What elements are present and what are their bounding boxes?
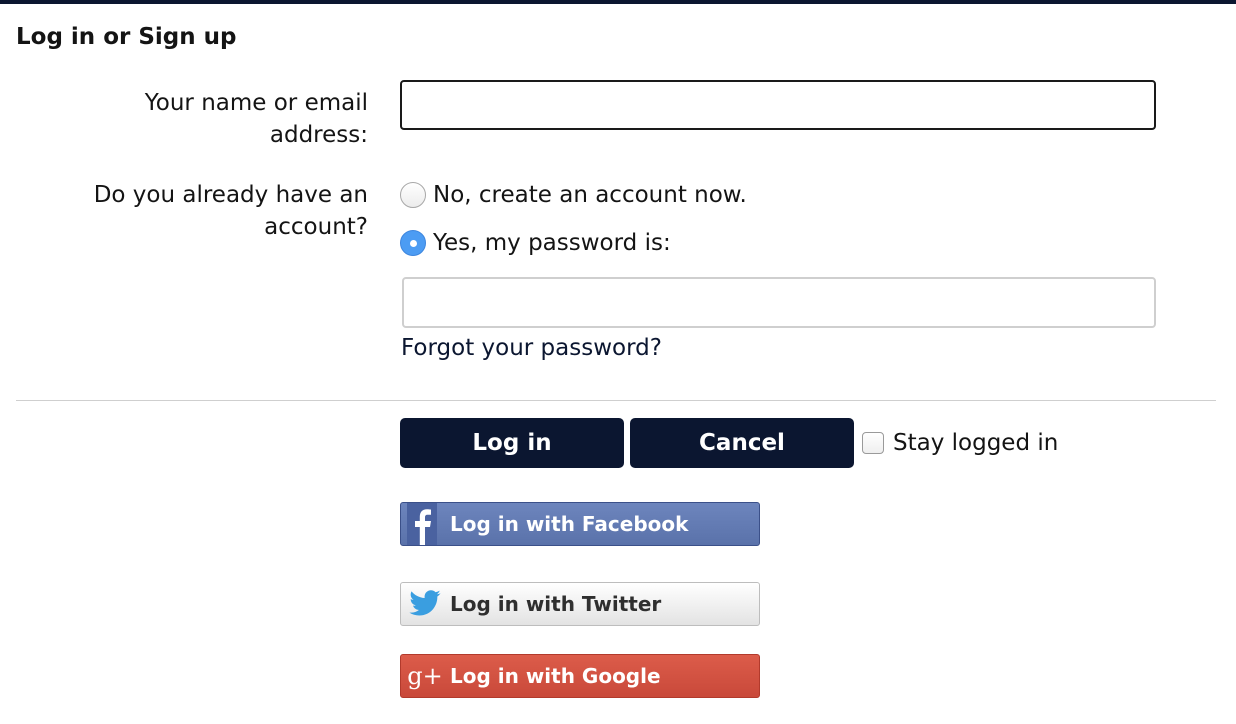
facebook-login-button[interactable]: Log in with Facebook xyxy=(400,502,760,546)
radio-button-unchecked[interactable] xyxy=(400,182,426,208)
radio-button-checked[interactable] xyxy=(400,230,426,256)
login-button[interactable]: Log in xyxy=(400,418,624,468)
name-or-email-input[interactable] xyxy=(400,80,1156,130)
stay-logged-in[interactable]: Stay logged in xyxy=(862,428,1058,458)
name-label: Your name or email address: xyxy=(144,90,368,148)
account-question-label: Do you already have an account? xyxy=(93,182,368,240)
page-title: Log in or Sign up xyxy=(16,24,237,50)
google-login-label: Log in with Google xyxy=(450,664,661,688)
twitter-login-button[interactable]: Log in with Twitter xyxy=(400,582,760,626)
google-login-button[interactable]: g+ Log in with Google xyxy=(400,654,760,698)
divider xyxy=(16,400,1216,401)
radio-yes-label: Yes, my password is: xyxy=(433,230,671,256)
stay-logged-in-label: Stay logged in xyxy=(893,430,1059,456)
google-plus-icon: g+ xyxy=(407,662,443,690)
facebook-login-label: Log in with Facebook xyxy=(450,512,689,536)
radio-no-label: No, create an account now. xyxy=(433,182,747,208)
stay-logged-in-checkbox[interactable] xyxy=(862,432,884,454)
top-border xyxy=(0,0,1236,4)
twitter-icon xyxy=(407,583,443,625)
password-input[interactable] xyxy=(402,277,1156,328)
radio-yes-have-password[interactable]: Yes, my password is: xyxy=(400,228,671,258)
radio-no-create-account[interactable]: No, create an account now. xyxy=(400,180,747,210)
twitter-login-label: Log in with Twitter xyxy=(450,592,662,616)
facebook-icon xyxy=(407,503,443,545)
cancel-button[interactable]: Cancel xyxy=(630,418,854,468)
forgot-password-link[interactable]: Forgot your password? xyxy=(401,333,662,363)
